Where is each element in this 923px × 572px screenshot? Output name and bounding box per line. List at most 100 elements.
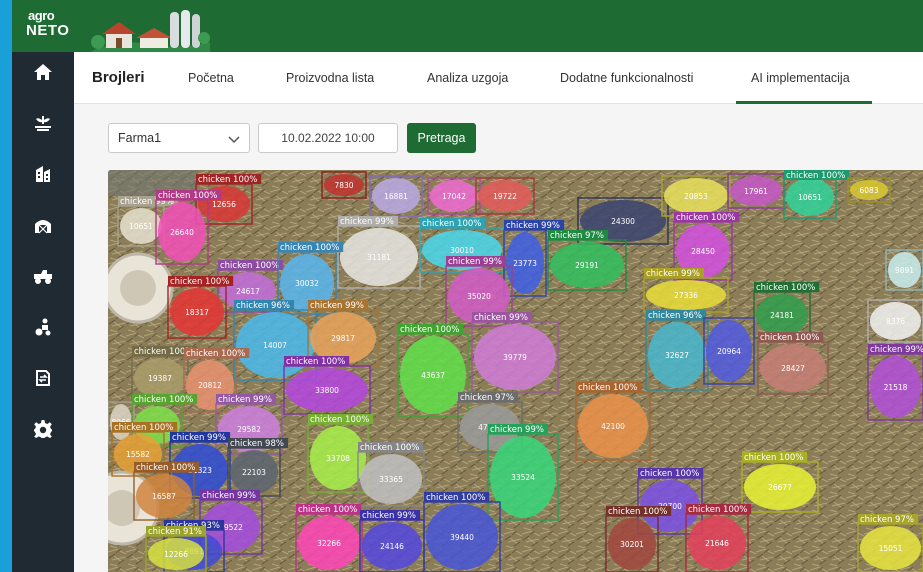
tab-ai-implementacija[interactable]: AI implementacija <box>751 71 850 85</box>
detection-label: chicken 99% <box>310 301 364 311</box>
detection-id: 15051 <box>879 544 903 553</box>
detection-id: 19387 <box>148 374 172 383</box>
detection-label: chicken 100% <box>676 213 735 223</box>
detection-label: chicken 100% <box>286 357 345 367</box>
detection-id: 30032 <box>295 279 319 288</box>
tab-pocetna[interactable]: Početna <box>188 71 234 85</box>
datetime-input[interactable] <box>258 123 398 153</box>
window-edge-accent <box>0 0 12 572</box>
detection-id: 39440 <box>450 533 474 542</box>
tab-dodatne-funkcionalnosti[interactable]: Dodatne funkcionalnosti <box>560 71 693 85</box>
detection-label: chicken 99% <box>448 257 502 267</box>
detection-id: 10651 <box>129 222 153 231</box>
detection-label: chicken 91% <box>148 527 202 537</box>
detection-id: 30010 <box>450 246 474 255</box>
chicken-detection: chicken 100% 24181 <box>753 282 820 339</box>
detection-id: 22103 <box>242 468 266 477</box>
detection-id: 27336 <box>674 291 698 300</box>
detection-label: chicken 100% <box>756 283 815 293</box>
sidebar-item-settings[interactable] <box>12 409 74 449</box>
detection-id: 24300 <box>611 217 635 226</box>
detection-label: chicken 99% <box>202 491 256 501</box>
detection-id: 33524 <box>511 473 535 482</box>
sidebar-item-home[interactable] <box>12 52 74 92</box>
detection-label: chicken 99% <box>490 425 544 435</box>
top-header: agro NETO <box>12 0 923 52</box>
detection-id: 21646 <box>705 539 729 548</box>
sidebar-item-tractor[interactable] <box>12 256 74 296</box>
barn-icon <box>35 220 51 234</box>
detection-id: 23773 <box>513 259 537 268</box>
tab-analiza-uzgoja[interactable]: Analiza uzgoja <box>427 71 508 85</box>
farm-select-value: Farma1 <box>118 131 162 145</box>
detection-label: chicken 100% <box>170 277 229 287</box>
detection-label: chicken 100% <box>744 453 803 463</box>
search-button[interactable]: Pretraga <box>407 123 476 153</box>
detection-id: 16881 <box>384 192 408 201</box>
home-icon <box>34 64 52 80</box>
detection-label: chicken 100% <box>360 443 419 453</box>
agroneto-logo[interactable]: agro NETO <box>18 6 74 46</box>
detection-id: 26640 <box>170 228 194 237</box>
detection-label: chicken 100% <box>608 507 667 517</box>
detection-label: chicken 100% <box>114 423 173 433</box>
detection-id: 17042 <box>442 192 466 201</box>
detection-label: chicken 99% <box>506 221 560 231</box>
detection-id: 15582 <box>126 450 150 459</box>
detection-id: 20812 <box>198 381 222 390</box>
detection-label: chicken 99% <box>646 269 700 279</box>
filter-bar: Farma1 Pretraga <box>74 104 923 168</box>
detection-id: 12656 <box>212 200 236 209</box>
detection-id: 26677 <box>768 483 792 492</box>
detection-label: chicken 99% <box>172 433 226 443</box>
detection-id: 31181 <box>367 253 391 262</box>
sidebar-item-plant[interactable] <box>12 103 74 143</box>
detection-label: chicken 100% <box>786 171 845 181</box>
detection-label: chicken 99% <box>870 345 923 355</box>
detection-id: 32266 <box>317 539 341 548</box>
detection-label: chicken 100% <box>760 333 819 343</box>
detection-label: chicken 100% <box>426 493 485 503</box>
sidebar-item-farmer[interactable] <box>12 307 74 347</box>
detection-id: 33800 <box>315 386 339 395</box>
detection-label: chicken 100% <box>422 219 481 229</box>
detection-id: 28427 <box>781 364 805 373</box>
detection-id: 16587 <box>152 492 176 501</box>
detection-label: chicken 100% <box>400 325 459 335</box>
detection-id: 20964 <box>717 347 741 356</box>
detection-label: chicken 97% <box>550 231 604 241</box>
detection-label: chicken 100% <box>578 383 637 393</box>
detection-label: chicken 96% <box>236 301 290 311</box>
detection-id: 32627 <box>665 351 689 360</box>
detection-label: chicken 96% <box>648 311 702 321</box>
gear-icon <box>34 420 52 438</box>
detection-id: 35020 <box>467 292 491 301</box>
detection-image: 7830 chicken 100% 12656 16881 17042 19722 2430… <box>108 170 923 572</box>
detection-id: 24617 <box>236 287 260 296</box>
detection-id: 17961 <box>744 187 768 196</box>
building-icon <box>36 166 50 182</box>
tab-proizvodna-lista[interactable]: Proizvodna lista <box>286 71 374 85</box>
detection-id: 30201 <box>620 540 644 549</box>
detection-id: 21518 <box>884 383 908 392</box>
farmer-icon <box>35 318 51 336</box>
sidebar-item-building[interactable] <box>12 154 74 194</box>
plant-icon <box>35 116 51 131</box>
detection-label: chicken 99% <box>218 395 272 405</box>
detection-id: 19722 <box>493 192 517 201</box>
detection-id: 7830 <box>334 181 353 190</box>
detection-id: 42100 <box>601 422 625 431</box>
sidebar-item-barn[interactable] <box>12 205 74 245</box>
tab-bar: Brojleri Početna Proizvodna lista Analiz… <box>74 52 923 104</box>
detection-label: chicken 99% <box>362 511 416 521</box>
detection-label: chicken 100% <box>298 505 357 515</box>
farm-select[interactable]: Farma1 <box>108 123 250 153</box>
detection-id: 8376 <box>886 317 905 326</box>
sidebar <box>12 52 74 572</box>
detection-id: 28450 <box>691 247 715 256</box>
sidebar-item-transfer[interactable] <box>12 358 74 398</box>
detection-id: 24181 <box>770 311 794 320</box>
tractor-icon <box>34 270 52 284</box>
detection-id: 29582 <box>237 425 261 434</box>
detection-label: chicken 100% <box>220 261 279 271</box>
